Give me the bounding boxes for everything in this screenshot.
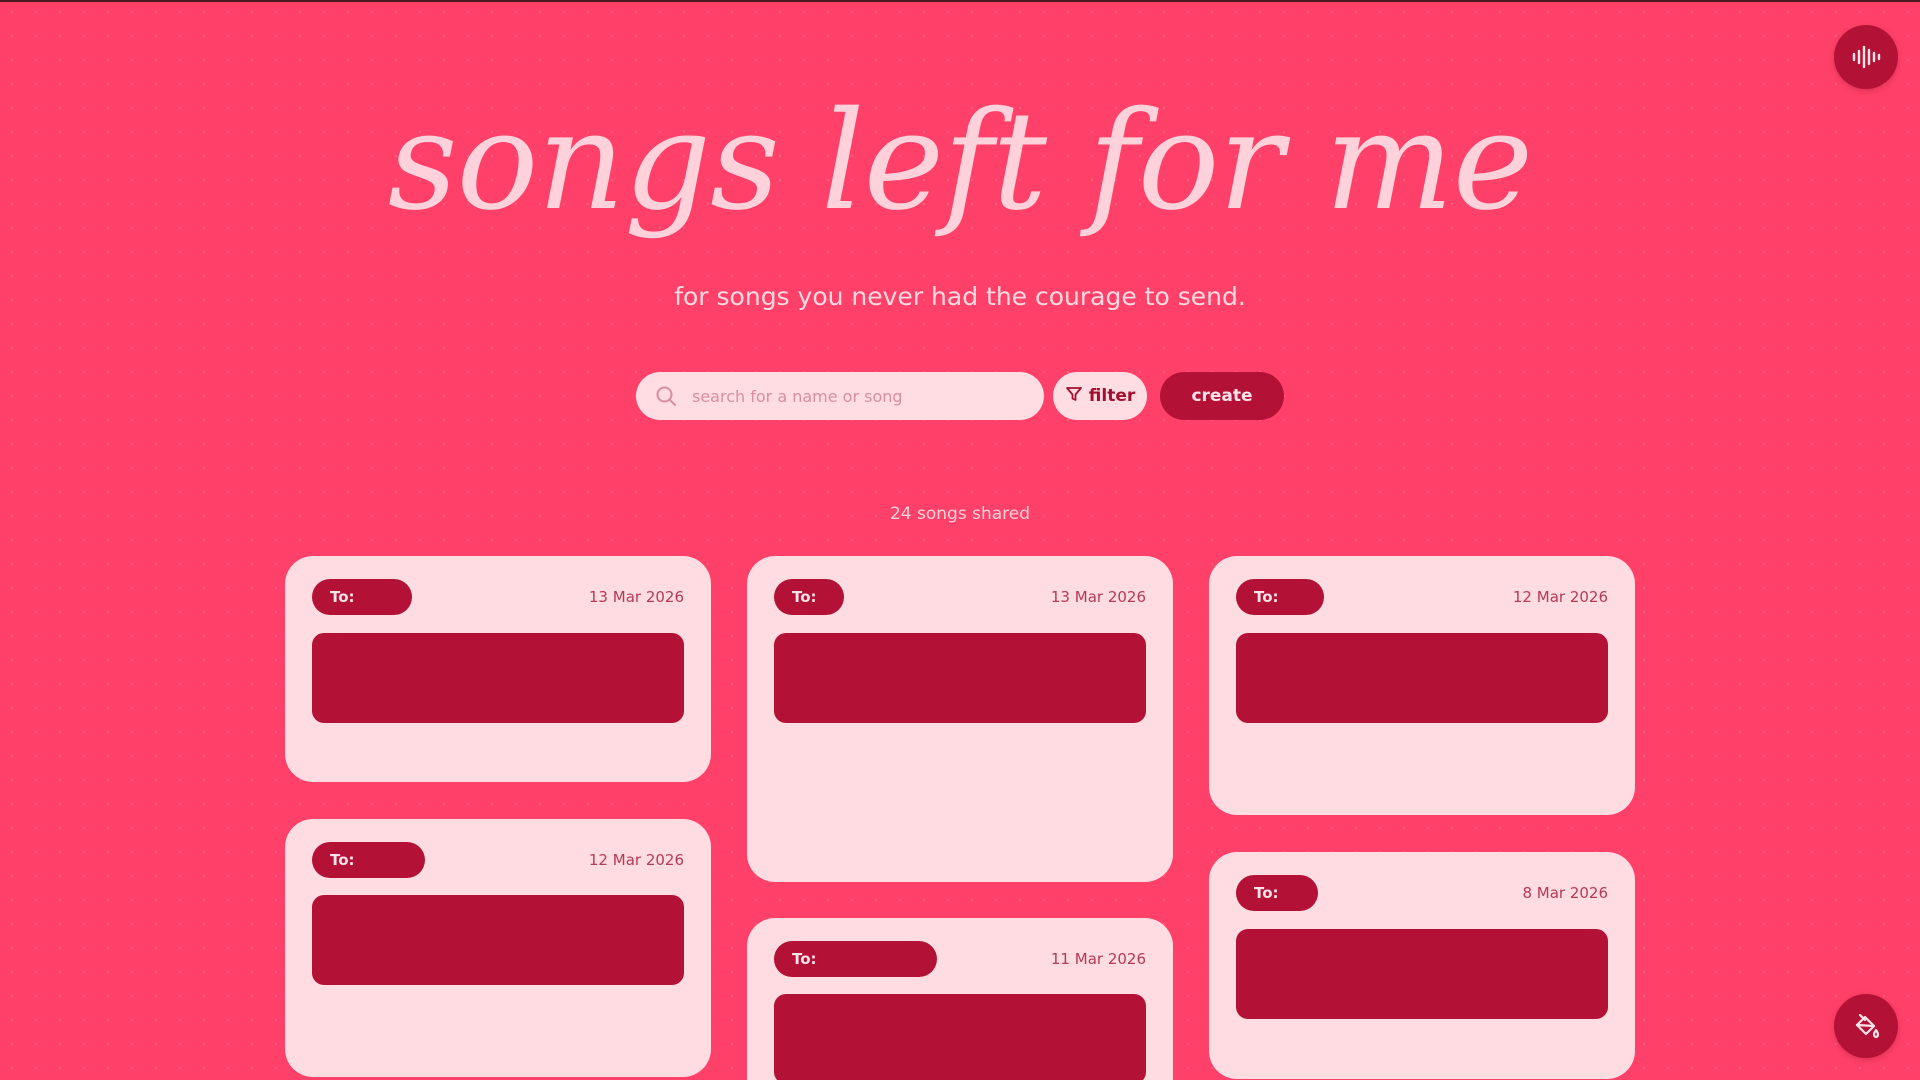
songs-count: 24 songs shared — [889, 504, 1031, 524]
card-date: 12 Mar 2026 — [1512, 588, 1608, 606]
audio-visualizer-button[interactable] — [1834, 25, 1898, 89]
song-embed — [312, 633, 684, 723]
audio-wave-icon — [1851, 45, 1881, 69]
song-embed — [774, 994, 1146, 1080]
recipient-pill: To: — [1236, 875, 1318, 911]
song-card[interactable]: To: 12 Mar 2026 — [1209, 556, 1635, 815]
recipient-pill: To: — [774, 579, 844, 615]
card-date: 12 Mar 2026 — [588, 851, 684, 869]
theme-button[interactable] — [1834, 994, 1898, 1058]
card-date: 13 Mar 2026 — [1050, 588, 1146, 606]
card-date: 13 Mar 2026 — [588, 588, 684, 606]
song-card[interactable]: To: 8 Mar 2026 — [1209, 852, 1635, 1079]
recipient-pill: To: — [312, 579, 412, 615]
recipient-pill: To: — [774, 941, 937, 977]
song-card[interactable]: To: 12 Mar 2026 — [285, 819, 711, 1077]
page-title: songs left for me — [387, 83, 1533, 241]
song-card[interactable]: To: 11 Mar 2026 — [747, 918, 1173, 1080]
song-card[interactable]: To: 13 Mar 2026 — [747, 556, 1173, 882]
search-input[interactable] — [692, 386, 1012, 406]
paint-bucket-icon — [1852, 1012, 1880, 1040]
recipient-pill: To: — [1236, 579, 1324, 615]
filter-button[interactable]: filter — [1053, 372, 1147, 420]
song-embed — [312, 895, 684, 985]
recipient-pill: To: — [312, 842, 425, 878]
filter-label: filter — [1088, 386, 1136, 406]
search-icon — [654, 384, 678, 408]
song-card[interactable]: To: 13 Mar 2026 — [285, 556, 711, 782]
page-subtitle: for songs you never had the courage to s… — [674, 282, 1246, 311]
create-button[interactable]: create — [1160, 372, 1284, 420]
card-date: 8 Mar 2026 — [1522, 884, 1608, 902]
song-embed — [1236, 633, 1608, 723]
filter-icon — [1065, 385, 1083, 408]
song-embed — [774, 633, 1146, 723]
song-embed — [1236, 929, 1608, 1019]
card-date: 11 Mar 2026 — [1050, 950, 1146, 968]
search-bar[interactable] — [636, 372, 1044, 420]
